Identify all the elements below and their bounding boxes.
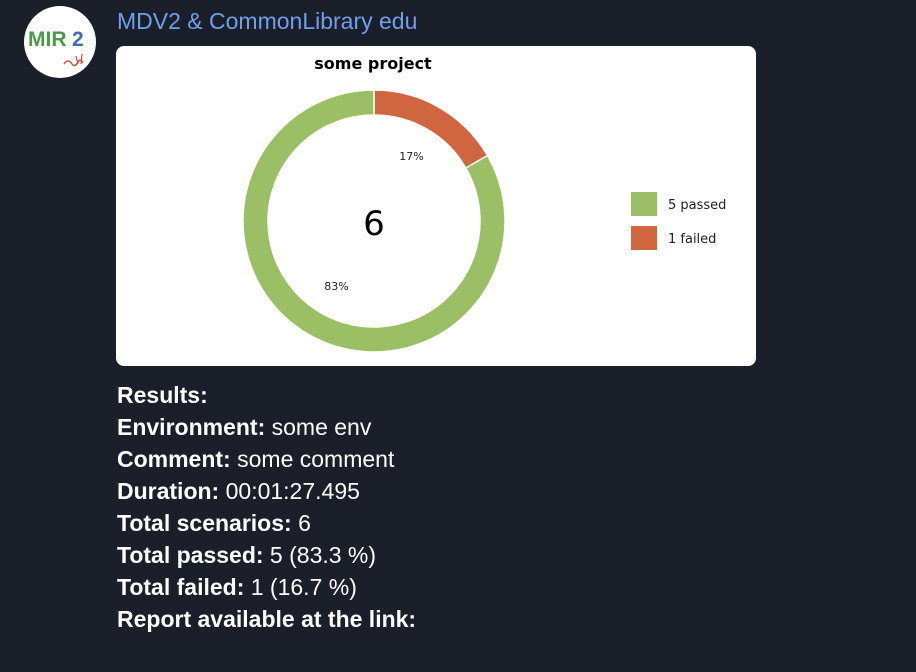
- report-link-label: Report available at the link:: [117, 606, 417, 632]
- result-value: 00:01:27.495: [219, 478, 360, 504]
- slice-label-passed: 83%: [324, 280, 348, 293]
- result-label: Duration:: [117, 478, 220, 504]
- result-value: 5 (83.3 %): [263, 542, 377, 568]
- result-value: 1 (16.7 %): [244, 574, 357, 600]
- sender-name[interactable]: MDV2 & CommonLibrary edu: [117, 8, 417, 35]
- legend-swatch-passed: [631, 192, 657, 216]
- result-value: some comment: [230, 446, 395, 472]
- result-label: Total failed:: [117, 574, 245, 600]
- results-heading: Results:: [117, 382, 208, 408]
- avatar-logo-text: MIR: [28, 28, 67, 51]
- result-row: Total failed: 1 (16.7 %): [117, 571, 416, 603]
- result-label: Comment:: [117, 446, 231, 472]
- result-label: Total scenarios:: [117, 510, 292, 536]
- result-row: Comment: some comment: [117, 443, 416, 475]
- avatar-logo-scribble-2: [75, 53, 83, 65]
- chart-title: some project: [314, 54, 432, 73]
- donut-slice-failed: [373, 89, 489, 170]
- results-block: Results: Environment: some env Comment: s…: [117, 379, 416, 635]
- result-row: Environment: some env: [117, 411, 416, 443]
- legend-label-failed: 1 failed: [668, 232, 716, 247]
- slice-label-failed: 17%: [399, 150, 423, 163]
- legend-swatch-failed: [631, 226, 657, 250]
- chart-legend: 5 passed 1 failed: [631, 192, 726, 250]
- donut-chart: some project 6 17% 83% 5 passed 1 failed: [242, 54, 726, 353]
- result-label: Total passed:: [117, 542, 264, 568]
- avatar-logo-scribble: [63, 59, 84, 67]
- result-row: Total scenarios: 6: [117, 507, 416, 539]
- avatar[interactable]: MIR 2: [24, 6, 96, 78]
- result-label: Environment:: [117, 414, 266, 440]
- result-value: 6: [291, 510, 311, 536]
- result-value: some env: [265, 414, 372, 440]
- legend-label-passed: 5 passed: [668, 198, 726, 213]
- results-rows: Environment: some env Comment: some comme…: [117, 411, 416, 603]
- result-row: Total passed: 5 (83.3 %): [117, 539, 416, 571]
- chart-center-total: 6: [363, 204, 385, 244]
- avatar-logo-mark: 2: [72, 28, 84, 51]
- result-row: Duration: 00:01:27.495: [117, 475, 416, 507]
- chart-image[interactable]: some project 6 17% 83% 5 passed 1 failed: [116, 46, 756, 366]
- mir-logo-icon: MIR 2: [28, 28, 84, 67]
